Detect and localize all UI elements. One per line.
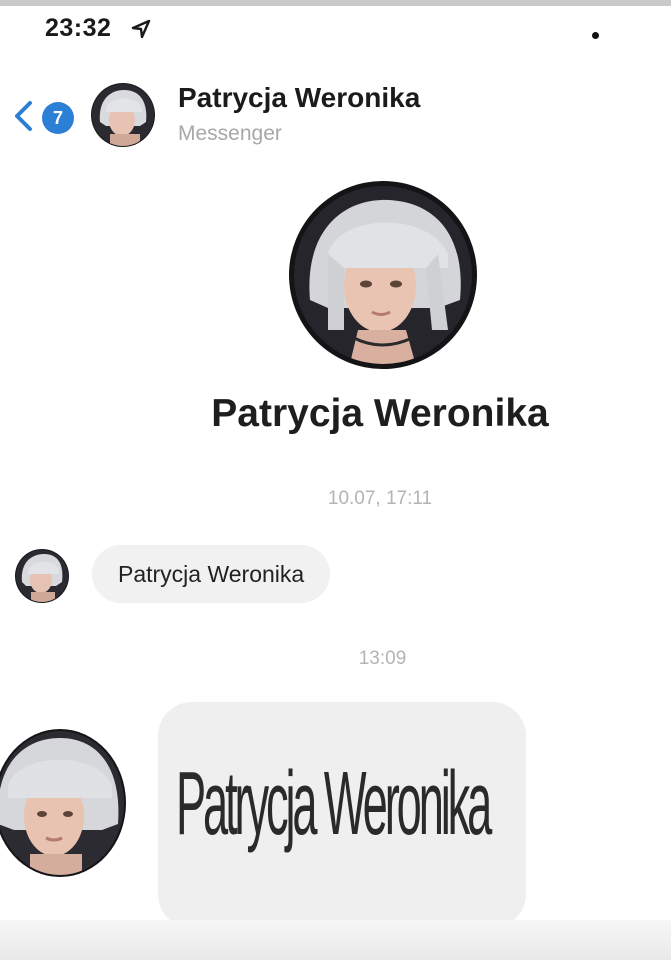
message-bubble[interactable]: Patrycja Weronika xyxy=(92,545,331,603)
profile-avatar[interactable] xyxy=(288,180,478,370)
contact-name[interactable]: Patrycja Weronika xyxy=(178,82,420,114)
avatar[interactable] xyxy=(0,728,132,878)
status-time: 23:32 xyxy=(45,14,112,42)
bottom-bar xyxy=(0,920,671,960)
back-button[interactable]: 7 xyxy=(8,94,78,138)
status-bar: 23:32 xyxy=(0,6,671,46)
avatar[interactable] xyxy=(14,548,70,604)
avatar[interactable] xyxy=(90,82,156,148)
unread-count-badge: 7 xyxy=(42,102,74,134)
chevron-left-icon xyxy=(12,100,34,132)
message-timestamp: 10.07, 17:11 xyxy=(327,488,433,509)
message-text: Patrycja Weronika xyxy=(176,753,492,855)
profile-name: Patrycja Weronika xyxy=(211,392,549,435)
message-timestamp: 13:09 xyxy=(358,648,407,669)
app-subtitle: Messenger xyxy=(178,122,282,145)
location-arrow-icon xyxy=(130,18,152,40)
chat-header: 7 Patrycja Weronika Messenger xyxy=(0,70,671,160)
status-indicator-dot xyxy=(592,32,599,39)
